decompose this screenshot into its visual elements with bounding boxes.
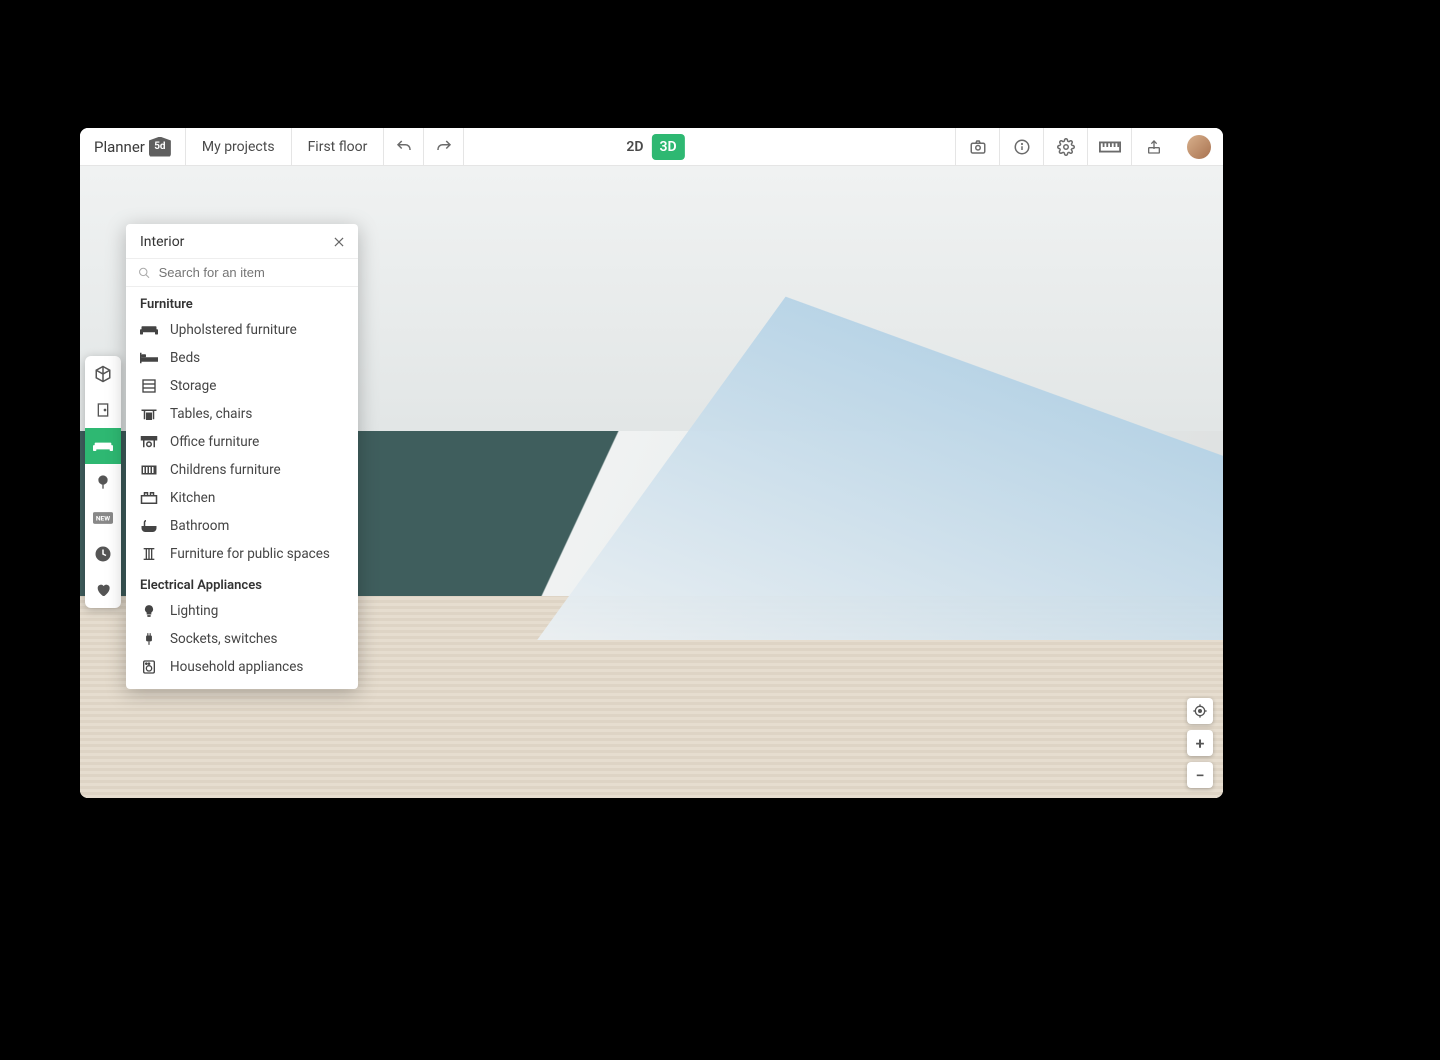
design-canvas[interactable]: NEW Interior Furniture: [80, 166, 1223, 798]
catalog-item-bathroom[interactable]: Bathroom: [126, 512, 358, 540]
catalog-item-label: Sockets, switches: [170, 631, 277, 647]
rail-exterior[interactable]: [85, 464, 121, 500]
catalog-item-label: Storage: [170, 378, 216, 394]
catalog-panel: Interior Furniture Upholstered furniture…: [126, 224, 358, 689]
undo-button[interactable]: [384, 128, 424, 165]
catalog-item-label: Furniture for public spaces: [170, 546, 330, 562]
tree-icon: [95, 473, 111, 491]
rail-construction[interactable]: [85, 356, 121, 392]
rail-recent[interactable]: [85, 536, 121, 572]
ruler-icon: [1099, 141, 1121, 153]
catalog-item-label: Tables, chairs: [170, 406, 252, 422]
close-icon: [332, 235, 346, 249]
share-icon: [1146, 138, 1162, 156]
bulb-icon: [140, 603, 158, 619]
plug-icon: [140, 631, 158, 647]
snapshot-button[interactable]: [955, 128, 999, 165]
crib-icon: [140, 462, 158, 478]
clock-icon: [94, 545, 112, 563]
heart-icon: [94, 582, 112, 598]
catalog-item-label: Office furniture: [170, 434, 259, 450]
viewport-controls: + −: [1187, 698, 1213, 788]
catalog-search-input[interactable]: [159, 265, 346, 280]
svg-text:NEW: NEW: [96, 515, 110, 523]
camera-icon: [969, 138, 987, 156]
view-2d-label: 2D: [626, 139, 643, 155]
view-3d-label: 3D: [660, 139, 677, 155]
info-icon: [1013, 138, 1031, 156]
door-icon: [95, 401, 111, 419]
rail-rooms[interactable]: [85, 392, 121, 428]
settings-button[interactable]: [1043, 128, 1087, 165]
catalog-item-public[interactable]: Furniture for public spaces: [126, 540, 358, 568]
catalog-item-label: Household appliances: [170, 659, 303, 675]
brand-badge: 5d: [149, 137, 171, 157]
rail-favorites[interactable]: [85, 572, 121, 608]
rail-interior[interactable]: [85, 428, 121, 464]
brand[interactable]: Planner 5d: [80, 128, 186, 165]
gear-icon: [1057, 138, 1075, 156]
topbar-left: Planner 5d My projects First floor: [80, 128, 464, 165]
measure-button[interactable]: [1087, 128, 1131, 165]
undo-icon: [395, 138, 413, 156]
info-button[interactable]: [999, 128, 1043, 165]
catalog-item-beds[interactable]: Beds: [126, 344, 358, 372]
catalog-item-appliances[interactable]: Household appliances: [126, 653, 358, 681]
catalog-item-tables[interactable]: Tables, chairs: [126, 400, 358, 428]
topbar: Planner 5d My projects First floor 2D 3D: [80, 128, 1223, 166]
catalog-item-label: Upholstered furniture: [170, 322, 297, 338]
my-projects-label: My projects: [202, 139, 275, 155]
brand-name: Planner: [94, 138, 145, 156]
topbar-right: [955, 128, 1223, 165]
sofa-icon: [140, 322, 158, 338]
cube-icon: [94, 365, 112, 383]
catalog-close-button[interactable]: [332, 235, 346, 249]
column-icon: [140, 546, 158, 562]
new-badge-icon: NEW: [93, 512, 113, 524]
catalog-search[interactable]: [126, 259, 358, 287]
catalog-item-sockets[interactable]: Sockets, switches: [126, 625, 358, 653]
catalog-item-label: Childrens furniture: [170, 462, 281, 478]
user-avatar[interactable]: [1187, 135, 1211, 159]
catalog-group-title: Electrical Appliances: [126, 568, 358, 597]
storage-icon: [140, 378, 158, 394]
catalog-item-label: Kitchen: [170, 490, 215, 506]
recenter-button[interactable]: [1187, 698, 1213, 724]
catalog-title: Interior: [140, 234, 184, 250]
desk-icon: [140, 434, 158, 450]
bath-icon: [140, 518, 158, 534]
table-icon: [140, 406, 158, 422]
crosshair-icon: [1192, 703, 1208, 719]
catalog-group-title: Furniture: [126, 287, 358, 316]
share-button[interactable]: [1131, 128, 1175, 165]
zoom-in-button[interactable]: +: [1187, 730, 1213, 756]
redo-icon: [435, 138, 453, 156]
catalog-item-upholstered[interactable]: Upholstered furniture: [126, 316, 358, 344]
floor-label: First floor: [308, 139, 368, 155]
floor-selector[interactable]: First floor: [292, 128, 385, 165]
catalog-header: Interior: [126, 224, 358, 259]
bed-icon: [140, 350, 158, 366]
catalog-item-label: Lighting: [170, 603, 218, 619]
app-window: Planner 5d My projects First floor 2D 3D: [80, 128, 1223, 798]
appliance-icon: [140, 659, 158, 675]
zoom-out-button[interactable]: −: [1187, 762, 1213, 788]
catalog-item-lighting[interactable]: Lighting: [126, 597, 358, 625]
rail-new[interactable]: NEW: [85, 500, 121, 536]
tool-rail: NEW: [85, 356, 121, 608]
catalog-item-children[interactable]: Childrens furniture: [126, 456, 358, 484]
view-toggle: 2D 3D: [618, 133, 684, 161]
search-icon: [138, 266, 151, 280]
catalog-item-label: Beds: [170, 350, 200, 366]
catalog-item-storage[interactable]: Storage: [126, 372, 358, 400]
redo-button[interactable]: [424, 128, 464, 165]
my-projects-button[interactable]: My projects: [186, 128, 292, 165]
catalog-item-office[interactable]: Office furniture: [126, 428, 358, 456]
view-3d-button[interactable]: 3D: [652, 134, 685, 160]
view-2d-button[interactable]: 2D: [618, 134, 651, 160]
kitchen-icon: [140, 490, 158, 506]
sofa-icon: [93, 439, 113, 453]
catalog-item-kitchen[interactable]: Kitchen: [126, 484, 358, 512]
catalog-item-label: Bathroom: [170, 518, 229, 534]
